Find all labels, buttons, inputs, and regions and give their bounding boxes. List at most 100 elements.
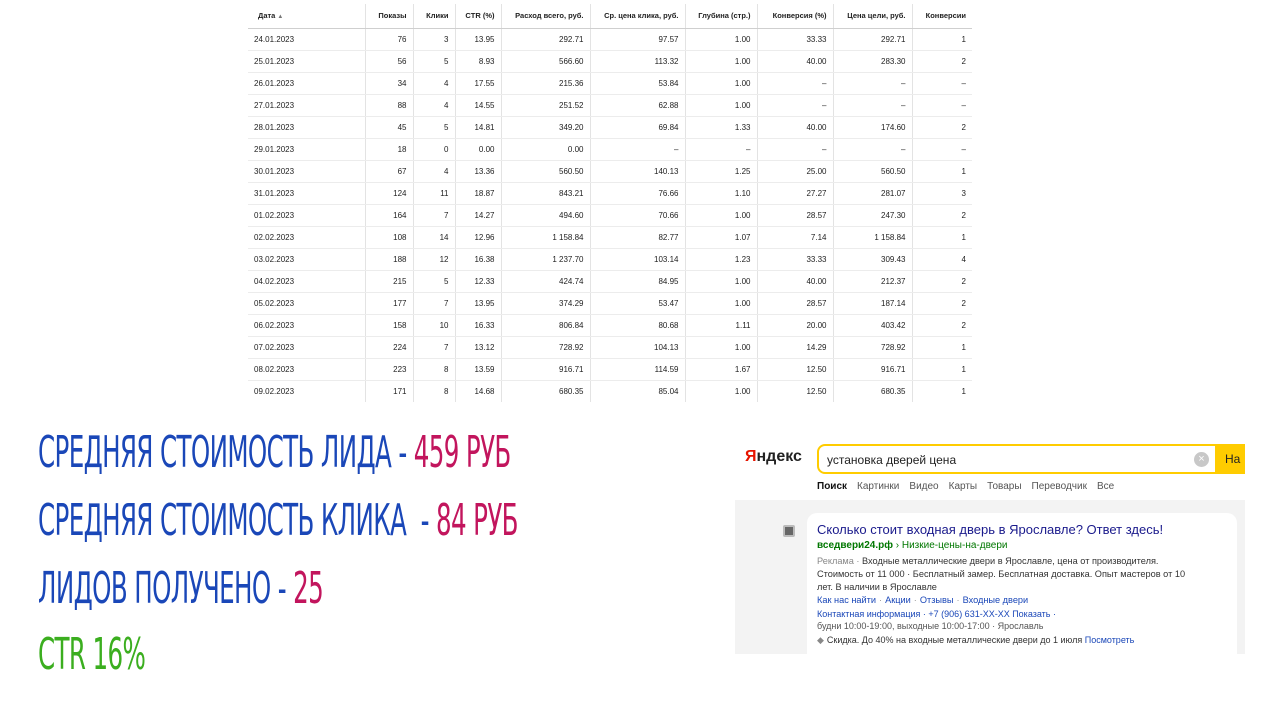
- table-cell: 215: [365, 270, 414, 293]
- table-cell: 13.95: [455, 292, 502, 315]
- table-body: 24.01.2023 76 3 13.95 292.71 97.57 1.00 33.33 29…: [248, 28, 972, 402]
- table-cell: –: [912, 94, 972, 117]
- table-cell: –: [757, 94, 834, 117]
- table-cell: 07.02.2023: [248, 336, 366, 359]
- table-cell: 40.00: [757, 270, 834, 293]
- table-row: 24.01.2023 76 3 13.95 292.71 97.57 1.00 33.33 29…: [248, 28, 972, 51]
- ad-sitelinks: Как нас найти · Акции · Отзывы · Входные двери: [817, 595, 1028, 605]
- clear-icon[interactable]: ×: [1194, 452, 1209, 467]
- column-header[interactable]: Дата ▲: [248, 4, 366, 29]
- table-cell: 2: [912, 292, 972, 315]
- column-header[interactable]: Клики: [413, 4, 456, 29]
- table-cell: –: [757, 72, 834, 95]
- table-row: 29.01.2023 18 0 0.00 0.00– – – – –: [248, 138, 972, 161]
- table-cell: 806.84: [501, 314, 591, 337]
- table-cell: 28.57: [757, 204, 834, 227]
- search-tab[interactable]: Картинки: [857, 481, 899, 492]
- table-cell: 1: [912, 358, 972, 381]
- table-cell: 292.71: [833, 28, 913, 51]
- ad-sitelink[interactable]: Отзывы: [920, 595, 954, 605]
- ad-title-link[interactable]: Сколько стоит входная дверь в Ярославле?…: [817, 522, 1163, 537]
- ad-url[interactable]: вседвери24.рф › Низкие-цены-на-двери: [817, 540, 1007, 551]
- search-tab[interactable]: Товары: [987, 481, 1021, 492]
- table-row: 02.02.2023 108 14 12.96 1 158.84 82.77 1.07 7.1…: [248, 226, 972, 249]
- table-cell: 28.57: [757, 292, 834, 315]
- search-button[interactable]: На: [1217, 444, 1245, 474]
- table-cell: 70.66: [590, 204, 686, 227]
- table-cell: 113.32: [590, 50, 686, 73]
- table-cell: 30.01.2023: [248, 160, 366, 183]
- stats-table: Дата ▲ Показы Клики CTR (%) Расход всего, руб…: [248, 4, 972, 402]
- ad-sitelink[interactable]: Входные двери: [963, 595, 1029, 605]
- search-tab[interactable]: Видео: [909, 481, 938, 492]
- table-cell: 0.00: [455, 138, 502, 161]
- ad-sitelink[interactable]: Акции: [885, 595, 911, 605]
- table-cell: 28.01.2023: [248, 116, 366, 139]
- search-box: ×: [817, 444, 1217, 474]
- column-header[interactable]: Конверсия (%): [757, 4, 834, 29]
- table-cell: 916.71: [833, 358, 913, 381]
- search-tabs: Поиск Картинки Видео Карты Товары Переводчик В…: [817, 481, 1114, 492]
- search-tab[interactable]: Переводчик: [1032, 481, 1087, 492]
- column-header[interactable]: Глубина (стр.): [685, 4, 758, 29]
- table-row: 25.01.2023 56 5 8.93 566.60 113.32 1.00 40.00 28…: [248, 50, 972, 73]
- table-cell: 80.68: [590, 314, 686, 337]
- table-row: 04.02.2023 215 5 12.33 424.74 84.95 1.00 40.00 2…: [248, 270, 972, 293]
- search-tab[interactable]: Карты: [949, 481, 978, 492]
- table-cell: 164: [365, 204, 414, 227]
- table-cell: 12.50: [757, 380, 834, 402]
- table-cell: 4: [413, 160, 456, 183]
- ad-contact-info[interactable]: Контактная информация · +7 (906) 631-XX-…: [817, 609, 1056, 619]
- stats-table-grid: Дата ▲ Показы Клики CTR (%) Расход всего, руб…: [248, 4, 972, 402]
- search-input[interactable]: [827, 452, 1187, 468]
- table-cell: 56: [365, 50, 414, 73]
- table-cell: 4: [413, 72, 456, 95]
- ctr-value: 16%: [92, 629, 146, 680]
- ad-promo-link[interactable]: Посмотреть: [1085, 635, 1135, 645]
- search-tab[interactable]: Все: [1097, 481, 1114, 492]
- sort-asc-icon[interactable]: ▲: [277, 14, 283, 20]
- table-cell: 24.01.2023: [248, 28, 366, 51]
- table-cell: 1.00: [685, 336, 758, 359]
- table-cell: 1: [912, 380, 972, 402]
- column-header[interactable]: Ср. цена клика, руб.: [590, 4, 686, 29]
- yandex-logo[interactable]: Яндекс: [745, 448, 802, 466]
- column-header[interactable]: Конверсии: [912, 4, 972, 29]
- table-cell: 27.01.2023: [248, 94, 366, 117]
- table-cell: 124: [365, 182, 414, 205]
- table-cell: 13.12: [455, 336, 502, 359]
- table-cell: –: [590, 138, 686, 161]
- table-row: 05.02.2023 177 7 13.95 374.29 53.47 1.00 28.57 1…: [248, 292, 972, 315]
- ctr-line: CTR 16%: [38, 629, 146, 680]
- column-header[interactable]: Расход всего, руб.: [501, 4, 591, 29]
- table-cell: 843.21: [501, 182, 591, 205]
- table-cell: 680.35: [833, 380, 913, 402]
- table-cell: 25.00: [757, 160, 834, 183]
- table-cell: 67: [365, 160, 414, 183]
- table-cell: 560.50: [833, 160, 913, 183]
- column-header[interactable]: Показы: [365, 4, 414, 29]
- table-cell: 85.04: [590, 380, 686, 402]
- ad-sitelink[interactable]: Как нас найти: [817, 595, 876, 605]
- table-cell: 212.37: [833, 270, 913, 293]
- column-header[interactable]: Цена цели, руб.: [833, 4, 913, 29]
- table-cell: 62.88: [590, 94, 686, 117]
- table-cell: 20.00: [757, 314, 834, 337]
- sitelink-separator: ·: [956, 595, 960, 605]
- table-cell: 103.14: [590, 248, 686, 271]
- table-cell: 29.01.2023: [248, 138, 366, 161]
- table-cell: 97.57: [590, 28, 686, 51]
- table-cell: –: [833, 138, 913, 161]
- table-cell: 1: [912, 226, 972, 249]
- table-cell: 16.33: [455, 314, 502, 337]
- table-cell: 12.33: [455, 270, 502, 293]
- leads-received-line: Лидов получено - 25: [38, 563, 324, 614]
- leads-received-label: Лидов получено -: [38, 563, 294, 614]
- avg-lead-cost-line: Средняя стоимость лида - 459 руб: [38, 428, 511, 478]
- table-cell: 2: [912, 50, 972, 73]
- table-cell: 14.29: [757, 336, 834, 359]
- table-cell: 33.33: [757, 28, 834, 51]
- table-row: 08.02.2023 223 8 13.59 916.71 114.59 1.67 12.50…: [248, 358, 972, 381]
- search-tab[interactable]: Поиск: [817, 481, 847, 492]
- column-header[interactable]: CTR (%): [455, 4, 502, 29]
